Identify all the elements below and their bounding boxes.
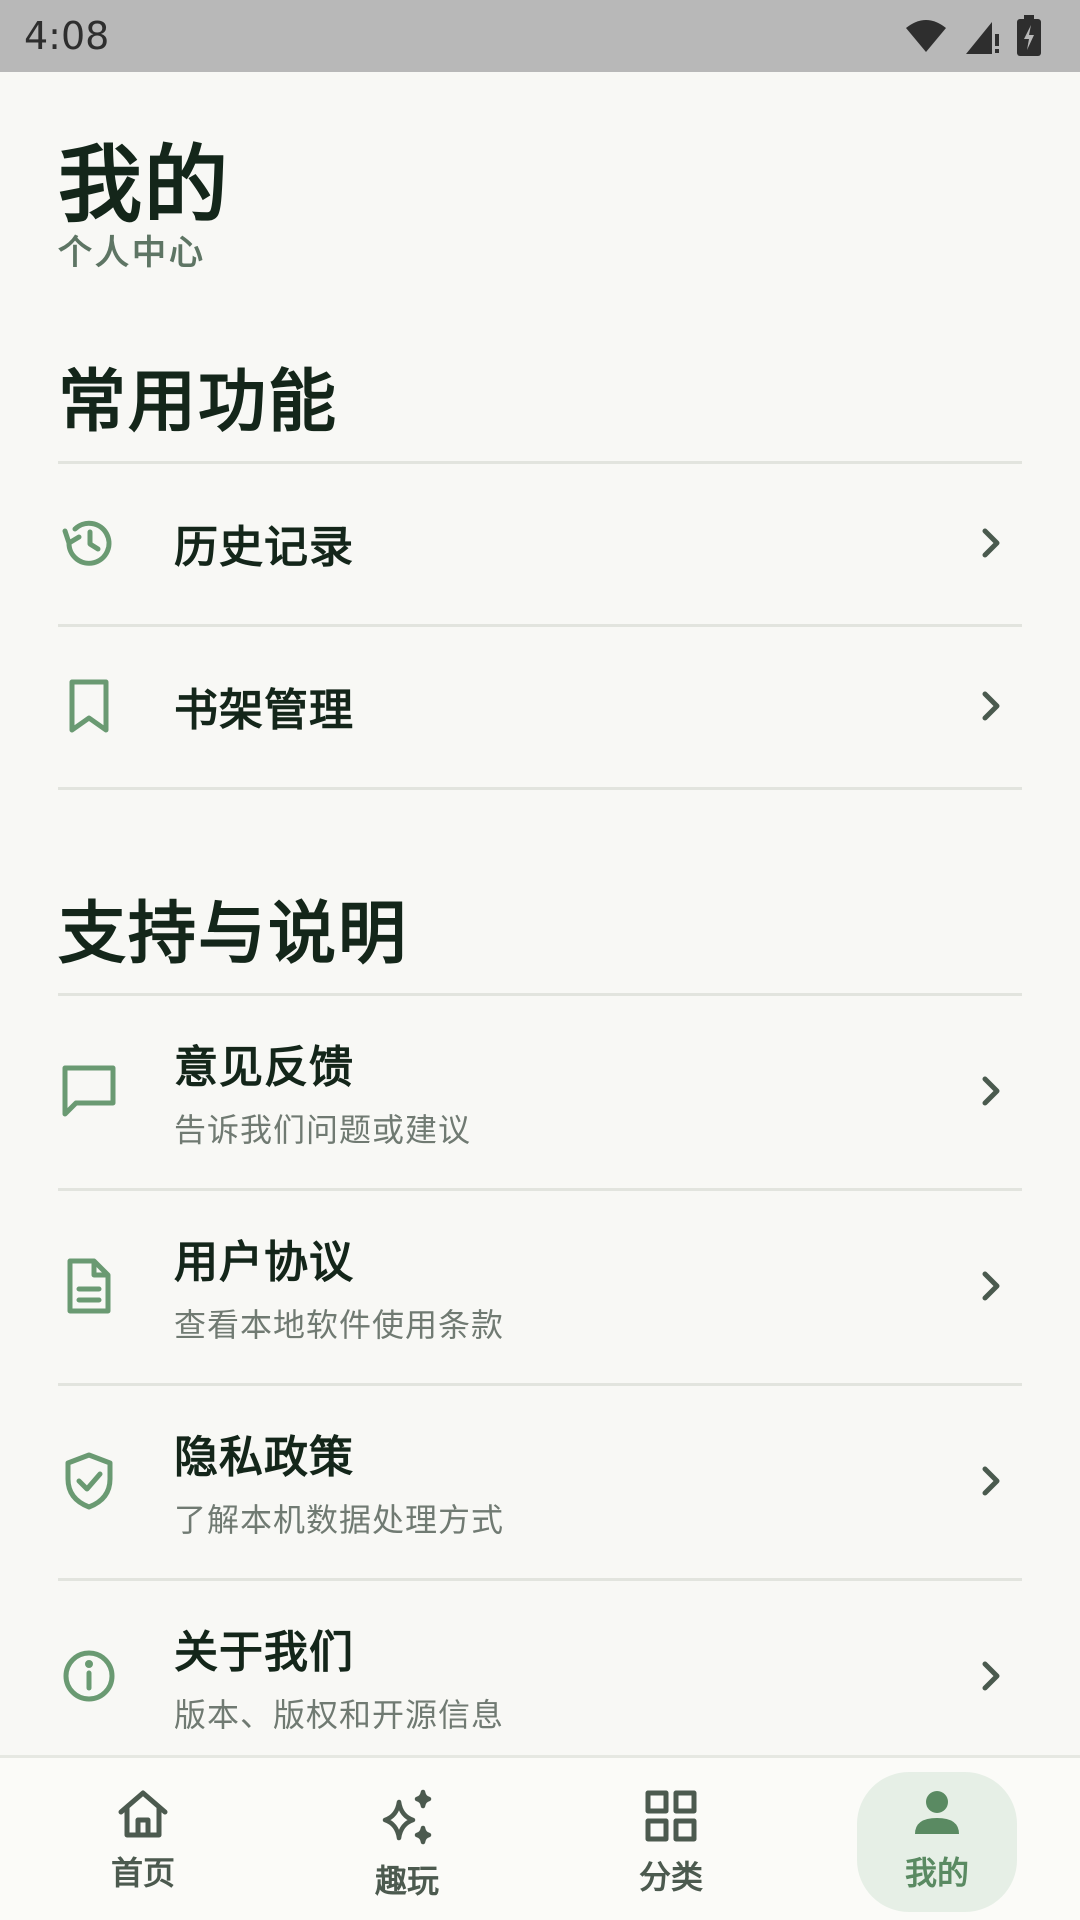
status-bar: 4:08 [0, 0, 1080, 72]
menu-item-label: 用户协议 [174, 1237, 354, 1288]
nav-label: 首页 [110, 1854, 175, 1892]
menu-item-label: 关于我们 [174, 1627, 354, 1678]
battery-icon [1017, 15, 1041, 56]
nav-item-fun[interactable]: 趣玩 [327, 1772, 487, 1912]
menu-item-description: 查看本地软件使用条款 [174, 1306, 505, 1344]
menu-item-description: 版本、版权和开源信息 [174, 1696, 505, 1734]
status-icons [904, 15, 1042, 57]
chevron-right-icon [982, 1661, 1000, 1691]
menu-item-history[interactable]: 历史记录 [58, 462, 1022, 624]
document-icon [58, 1255, 120, 1317]
nav-item-mine[interactable]: 我的 [857, 1772, 1017, 1912]
menu-item-feedback[interactable]: 意见反馈 告诉我们问题或建议 [58, 994, 1022, 1188]
menu-item-label: 隐私政策 [174, 1432, 354, 1483]
menu-item-label: 意见反馈 [174, 1042, 354, 1093]
nav-label: 分类 [638, 1858, 703, 1896]
page-subtitle: 个人中心 [58, 233, 206, 273]
chevron-right-icon [982, 1466, 1000, 1496]
bookmark-icon [58, 675, 120, 737]
main-content: 我的 个人中心 常用功能 历史记录 书架管理 支持与说明 意见反馈 告诉我们问题… [0, 72, 1080, 1755]
signal-icon [966, 22, 999, 54]
home-icon [118, 1790, 168, 1838]
sparkles-icon [382, 1789, 432, 1845]
nav-item-home[interactable]: 首页 [63, 1772, 223, 1912]
message-icon [58, 1060, 120, 1122]
bottom-nav: 首页 趣玩 分类 我的 [0, 1755, 1080, 1920]
chevron-right-icon [982, 1271, 1000, 1301]
chevron-right-icon [982, 691, 1000, 721]
nav-label: 趣玩 [374, 1862, 439, 1900]
menu-item-privacy[interactable]: 隐私政策 了解本机数据处理方式 [58, 1384, 1022, 1578]
menu-item-label: 书架管理 [174, 685, 354, 736]
menu-item-description: 告诉我们问题或建议 [174, 1111, 472, 1149]
section-title-common: 常用功能 [58, 363, 339, 442]
menu-item-bookshelf[interactable]: 书架管理 [58, 625, 1022, 787]
info-icon [58, 1645, 120, 1707]
chevron-right-icon [982, 528, 1000, 558]
menu-item-about[interactable]: 关于我们 版本、版权和开源信息 [58, 1579, 1022, 1755]
grid-icon [645, 1790, 697, 1842]
menu-item-user-agreement[interactable]: 用户协议 查看本地软件使用条款 [58, 1189, 1022, 1383]
person-icon [915, 1791, 959, 1834]
chevron-right-icon [982, 1076, 1000, 1106]
wifi-icon [906, 20, 946, 52]
nav-label: 我的 [904, 1854, 969, 1892]
menu-item-description: 了解本机数据处理方式 [174, 1501, 505, 1539]
page-title: 我的 [58, 136, 231, 234]
nav-item-category[interactable]: 分类 [591, 1772, 751, 1912]
status-time: 4:08 [24, 14, 110, 58]
history-icon [58, 512, 120, 574]
section-title-support: 支持与说明 [58, 895, 409, 974]
shield-check-icon [58, 1450, 120, 1512]
menu-item-label: 历史记录 [174, 522, 354, 573]
divider [58, 787, 1022, 790]
